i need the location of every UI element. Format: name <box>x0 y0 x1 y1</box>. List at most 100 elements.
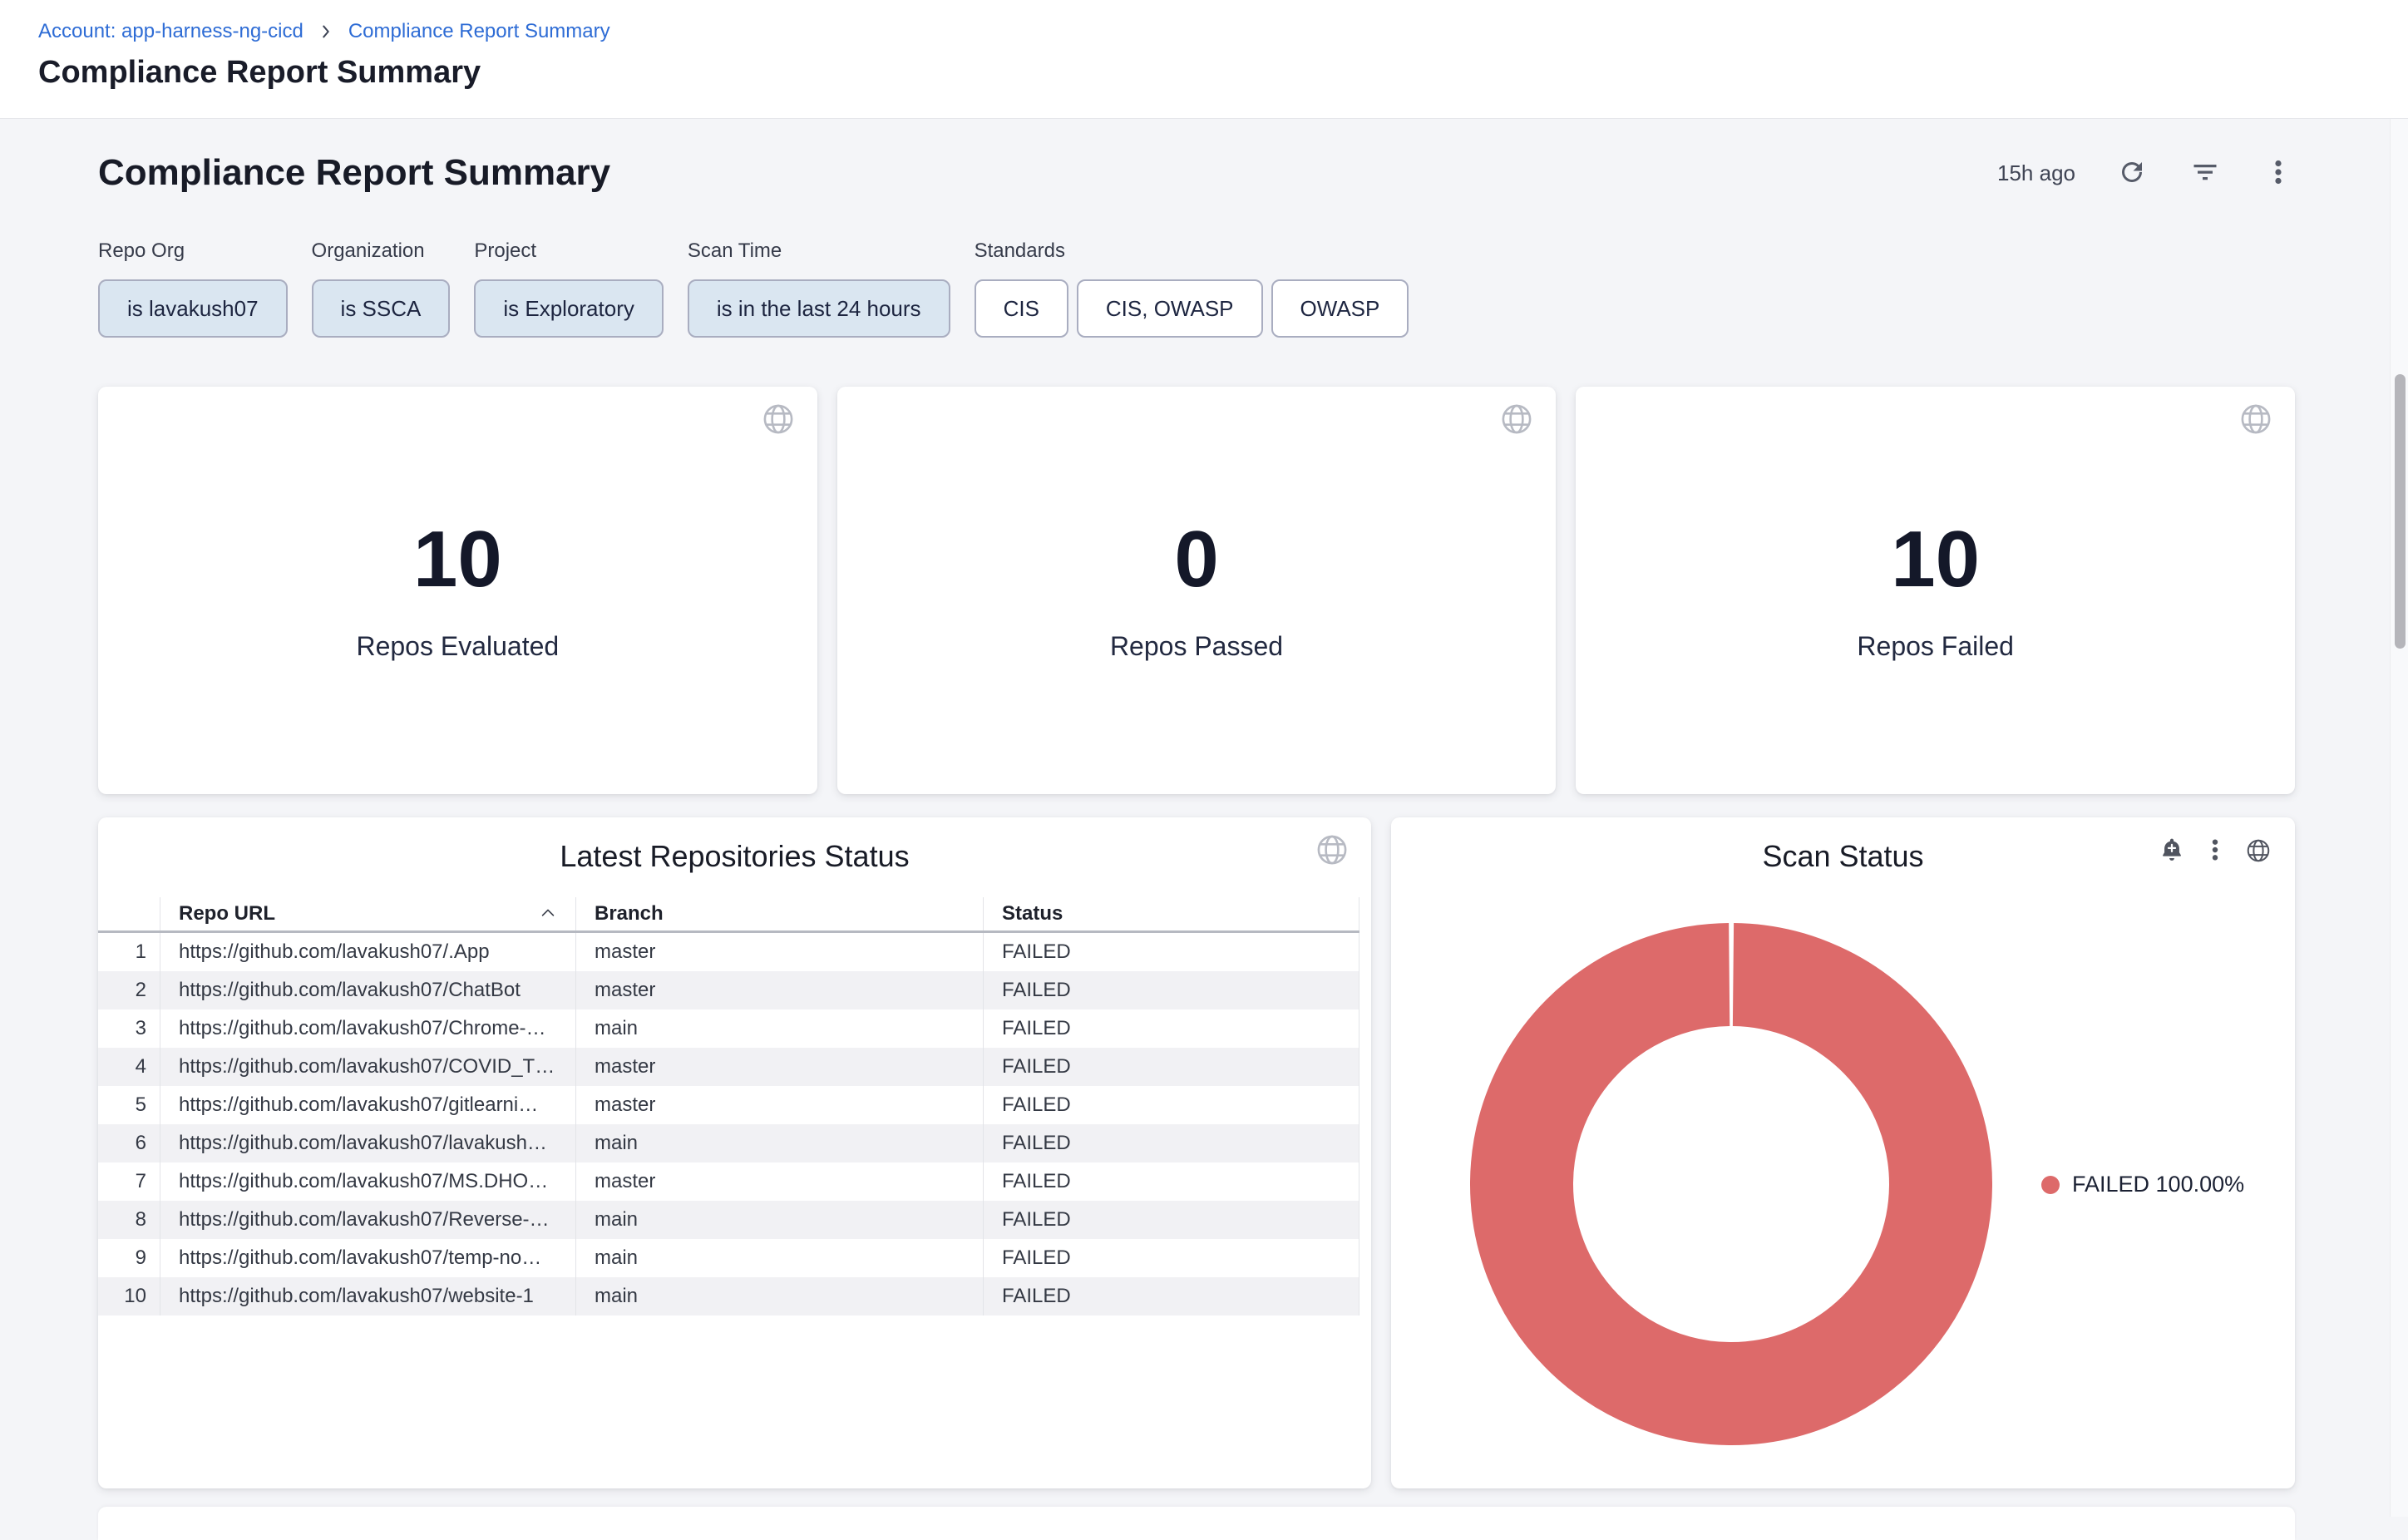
stat-value: 10 <box>413 520 502 600</box>
filter-chip-standards-cis[interactable]: CIS <box>975 279 1068 338</box>
filter-group-scan-time: Scan Time is in the last 24 hours <box>688 239 950 338</box>
status-cell: FAILED <box>983 1239 1359 1277</box>
stat-card-row: 10 Repos Evaluated 0 Repos Passed 10 Rep… <box>98 387 2295 794</box>
filter-chip-scan-time[interactable]: is in the last 24 hours <box>688 279 950 338</box>
status-cell: FAILED <box>983 1277 1359 1315</box>
row-index: 1 <box>98 933 160 971</box>
dashboard-title: Compliance Report Summary <box>98 152 610 194</box>
bell-plus-icon <box>2159 837 2185 866</box>
branch-cell: main <box>575 1009 983 1048</box>
refresh-button[interactable] <box>2115 156 2149 190</box>
filter-group-project: Project is Exploratory <box>474 239 664 338</box>
dashboard-controls: 15h ago <box>1997 156 2295 190</box>
status-cell: FAILED <box>983 1124 1359 1162</box>
status-cell: FAILED <box>983 1009 1359 1048</box>
filter-group-repo-org: Repo Org is lavakush07 <box>98 239 288 338</box>
row-index: 5 <box>98 1086 160 1124</box>
filter-bar: Repo Org is lavakush07 Organization is S… <box>98 239 1409 338</box>
bottom-row: Latest Repositories Status Repo URL Bran… <box>98 817 2295 1488</box>
legend-label: FAILED 100.00% <box>2072 1172 2244 1197</box>
status-cell: FAILED <box>983 1162 1359 1201</box>
globe-icon[interactable] <box>2238 402 2273 437</box>
table-row: 9 https://github.com/lavakush07/temp-no…… <box>98 1239 1359 1277</box>
breadcrumb-account-link[interactable]: Account: app-harness-ng-cicd <box>38 20 303 43</box>
table-row: 3 https://github.com/lavakush07/Chrome-…… <box>98 1009 1359 1048</box>
table-header-row: Repo URL Branch Status <box>98 897 1359 933</box>
column-header-branch[interactable]: Branch <box>575 897 983 930</box>
filter-chip-standards-cis-owasp[interactable]: CIS, OWASP <box>1077 279 1263 338</box>
next-card-peek <box>98 1507 2295 1540</box>
row-index: 3 <box>98 1009 160 1048</box>
row-index: 9 <box>98 1239 160 1277</box>
filter-label: Scan Time <box>688 239 950 263</box>
filter-label: Repo Org <box>98 239 288 263</box>
globe-icon[interactable] <box>2243 836 2273 866</box>
stat-label: Repos Failed <box>1857 631 2014 662</box>
table-row: 4 https://github.com/lavakush07/COVID_T…… <box>98 1048 1359 1086</box>
scan-status-card: Scan Status FAILED 100.00% <box>1391 817 2295 1488</box>
filter-label: Project <box>474 239 664 263</box>
row-index: 10 <box>98 1277 160 1315</box>
table-row: 5 https://github.com/lavakush07/gitlearn… <box>98 1086 1359 1124</box>
scan-status-donut-chart[interactable] <box>1470 923 1992 1445</box>
filter-button[interactable] <box>2188 156 2222 190</box>
column-header-label: Repo URL <box>179 897 275 930</box>
repo-url-cell: https://github.com/lavakush07/.App <box>160 933 575 971</box>
filter-chip-standards-owasp[interactable]: OWASP <box>1271 279 1409 338</box>
breadcrumb-current-link[interactable]: Compliance Report Summary <box>348 20 610 43</box>
globe-icon[interactable] <box>761 402 796 437</box>
globe-icon[interactable] <box>1499 402 1534 437</box>
branch-cell: main <box>575 1124 983 1162</box>
status-cell: FAILED <box>983 971 1359 1009</box>
stat-card-repos-failed: 10 Repos Failed <box>1576 387 2295 794</box>
stat-value: 0 <box>1174 520 1218 600</box>
status-cell: FAILED <box>983 1086 1359 1124</box>
repo-url-cell: https://github.com/lavakush07/website-1 <box>160 1277 575 1315</box>
globe-icon[interactable] <box>1315 832 1350 867</box>
repo-table: Repo URL Branch Status 1 https://github.… <box>98 897 1359 1315</box>
repo-url-cell: https://github.com/lavakush07/Reverse-… <box>160 1201 575 1239</box>
column-header-index <box>98 897 160 930</box>
row-index: 8 <box>98 1201 160 1239</box>
filter-label: Organization <box>312 239 451 263</box>
table-row: 7 https://github.com/lavakush07/MS.DHO… … <box>98 1162 1359 1201</box>
branch-cell: main <box>575 1277 983 1315</box>
table-row: 1 https://github.com/lavakush07/.App mas… <box>98 933 1359 971</box>
app-header: Account: app-harness-ng-cicd Compliance … <box>0 0 2408 119</box>
stat-value: 10 <box>1891 520 1980 600</box>
filter-chip-organization[interactable]: is SSCA <box>312 279 451 338</box>
row-index: 2 <box>98 971 160 1009</box>
status-cell: FAILED <box>983 1201 1359 1239</box>
tile-more-menu-button[interactable] <box>2200 836 2230 866</box>
more-menu-button[interactable] <box>2262 156 2295 190</box>
alerts-button[interactable] <box>2157 836 2187 866</box>
dashboard-header: Compliance Report Summary 15h ago <box>98 152 2295 194</box>
scrollbar-thumb[interactable] <box>2395 374 2406 649</box>
row-index: 7 <box>98 1162 160 1201</box>
breadcrumb-separator-icon <box>317 22 335 41</box>
page-title: Compliance Report Summary <box>38 55 2408 91</box>
stat-card-repos-passed: 0 Repos Passed <box>837 387 1557 794</box>
legend-dot <box>2041 1176 2060 1194</box>
repo-table-title: Latest Repositories Status <box>98 817 1371 874</box>
kebab-icon <box>2202 837 2228 866</box>
refresh-icon <box>2117 157 2147 190</box>
kebab-icon <box>2263 157 2293 190</box>
repo-url-cell: https://github.com/lavakush07/lavakush… <box>160 1124 575 1162</box>
filter-chip-project[interactable]: is Exploratory <box>474 279 664 338</box>
repo-url-cell: https://github.com/lavakush07/Chrome-… <box>160 1009 575 1048</box>
stat-label: Repos Evaluated <box>356 631 559 662</box>
row-index: 4 <box>98 1048 160 1086</box>
branch-cell: main <box>575 1239 983 1277</box>
branch-cell: master <box>575 971 983 1009</box>
filter-chip-repo-org[interactable]: is lavakush07 <box>98 279 288 338</box>
status-cell: FAILED <box>983 1048 1359 1086</box>
branch-cell: master <box>575 1048 983 1086</box>
chart-legend[interactable]: FAILED 100.00% <box>2041 1172 2244 1197</box>
repo-url-cell: https://github.com/lavakush07/temp-no… <box>160 1239 575 1277</box>
column-header-repo-url[interactable]: Repo URL <box>160 897 575 930</box>
scrollbar-track[interactable] <box>2390 119 2408 1517</box>
branch-cell: main <box>575 1201 983 1239</box>
column-header-status[interactable]: Status <box>983 897 1359 930</box>
branch-cell: master <box>575 933 983 971</box>
